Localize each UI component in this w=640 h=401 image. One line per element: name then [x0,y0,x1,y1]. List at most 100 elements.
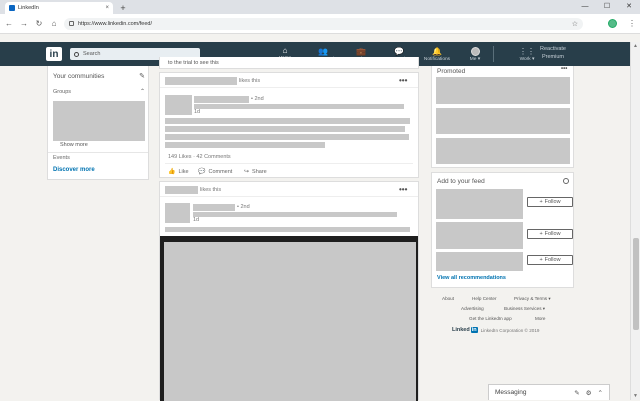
minimize-button[interactable]: — [574,0,596,12]
settings-icon[interactable]: ⚙ [586,389,592,397]
reload-button[interactable]: ↻ [34,19,44,29]
nav-notifications-label: Notifications [423,56,451,62]
events-label: Events [53,154,70,161]
post1-text-line4 [165,142,325,148]
promoted-more-icon[interactable]: ••• [561,66,567,72]
tab-close-icon[interactable]: × [105,5,109,11]
messaging-label: Messaging [495,389,527,396]
search-placeholder: Search [83,51,101,57]
extension-icon[interactable] [608,19,617,28]
post2-degree: • 2nd [237,204,250,210]
pencil-icon[interactable]: ✎ [139,72,145,80]
events-row[interactable]: Events [48,152,148,162]
follow-button-1[interactable]: + Follow [527,197,573,207]
feed-card-top: to the trial to see this [159,57,419,69]
tab-title: LinkedIn [18,5,39,11]
post2-author-name[interactable] [193,204,235,211]
feed-post-2: likes this ••• • 2nd 1d [159,181,419,401]
feed-suggestion-1[interactable] [436,189,523,219]
post2-image-placeholder [164,242,416,401]
feed-suggestion-3[interactable] [436,252,523,271]
share-button[interactable]: ↪ Share [244,168,267,176]
bookmark-star-icon[interactable]: ☆ [572,20,578,28]
browser-tab[interactable]: LinkedIn × [5,2,113,14]
post2-text-line1 [165,227,410,232]
plus-icon: + [539,257,543,263]
linkedin-favicon-icon [9,5,15,11]
post1-text-line1 [165,118,410,124]
maximize-button[interactable]: ☐ [596,0,618,12]
footer-app-link[interactable]: Get the LinkedIn app [469,316,512,321]
info-icon[interactable] [563,178,569,184]
add-to-feed-title: Add to your feed [437,178,485,185]
footer-business-link[interactable]: Business Services ▾ [504,306,545,312]
close-window-button[interactable]: ✕ [618,0,640,12]
communities-header: Your communities ✎ [53,72,145,81]
chevron-up-icon[interactable]: ⌃ [598,389,603,397]
post1-avatar[interactable] [165,95,192,115]
footer-more-link[interactable]: More [535,316,545,321]
forward-button[interactable]: → [19,19,29,29]
scroll-thumb[interactable] [633,238,639,330]
browser-menu-icon[interactable]: ⋮ [628,19,636,28]
nav-divider [493,46,494,62]
chevron-up-icon[interactable]: ⌃ [140,88,145,95]
post2-avatar[interactable] [165,203,190,223]
scroll-up-icon[interactable]: ▲ [633,43,638,49]
view-all-recommendations-link[interactable]: View all recommendations [437,275,506,281]
like-label: Like [178,168,189,175]
promoted-item-2[interactable] [436,108,570,134]
post2-actor-placeholder[interactable] [165,186,198,194]
post1-text-line3 [165,134,409,140]
messaging-bar[interactable]: Messaging ✎ ⚙ ⌃ [488,384,610,400]
footer-logo-in: in [470,327,478,333]
discover-more-link[interactable]: Discover more [53,167,95,173]
post2-divider [160,196,418,197]
post2-more-icon[interactable]: ••• [399,185,407,194]
browser-titlebar: LinkedIn × + — ☐ ✕ [0,0,640,14]
back-button[interactable]: ← [4,19,14,29]
browser-toolbar: ← → ↻ ⌂ https://www.linkedin.com/feed/ ☆… [0,14,640,34]
home-button[interactable]: ⌂ [49,19,59,29]
new-tab-button[interactable]: + [117,2,129,14]
share-icon: ↪ [244,169,250,175]
feed-suggestion-2[interactable] [436,222,523,249]
post1-more-icon[interactable]: ••• [399,76,407,85]
post1-author-name[interactable] [194,96,249,103]
avatar [470,46,480,56]
post1-stats[interactable]: 149 Likes · 42 Comments [168,154,231,160]
nav-notifications[interactable]: 🔔 Notifications [418,42,456,66]
show-more-link[interactable]: Show more [60,142,88,148]
address-bar[interactable]: https://www.linkedin.com/feed/ ☆ [64,17,583,30]
groups-section-header[interactable]: Groups ⌃ [53,88,145,96]
groups-list-placeholder[interactable] [53,101,145,141]
plus-icon: + [539,231,543,237]
follow-button-3[interactable]: + Follow [527,255,573,265]
follow-label-3: Follow [544,257,561,263]
follow-button-2[interactable]: + Follow [527,229,573,239]
thumbs-up-icon: 👍 [168,169,176,175]
post1-headline [194,104,404,109]
nav-me[interactable]: Me ▾ [456,42,494,66]
compose-icon[interactable]: ✎ [574,389,579,397]
footer-help-link[interactable]: Help Center [472,296,497,301]
like-button[interactable]: 👍 Like [168,168,189,176]
page-scrollbar[interactable]: ▲ ▼ [630,42,640,400]
premium-link[interactable]: Reactivate Premium [528,46,578,62]
network-icon: 👥 [318,46,328,56]
post1-actor-placeholder[interactable] [165,77,237,85]
url-text[interactable]: https://www.linkedin.com/feed/ [78,21,568,27]
footer-about-link[interactable]: About [442,296,454,301]
lock-icon [69,21,74,26]
follow-label-2: Follow [544,231,561,237]
plus-icon: + [539,199,543,205]
promoted-item-1[interactable] [436,77,570,104]
footer-privacy-link[interactable]: Privacy & Terms ▾ [514,296,551,302]
promoted-item-3[interactable] [436,138,570,164]
footer-advertising-link[interactable]: Advertising [461,306,484,311]
scroll-down-icon[interactable]: ▼ [633,393,638,399]
linkedin-logo[interactable]: in [46,47,62,61]
post1-header-suffix: likes this [239,78,261,84]
post2-image[interactable] [160,236,418,401]
comment-button[interactable]: 💬 Comment [198,168,232,176]
